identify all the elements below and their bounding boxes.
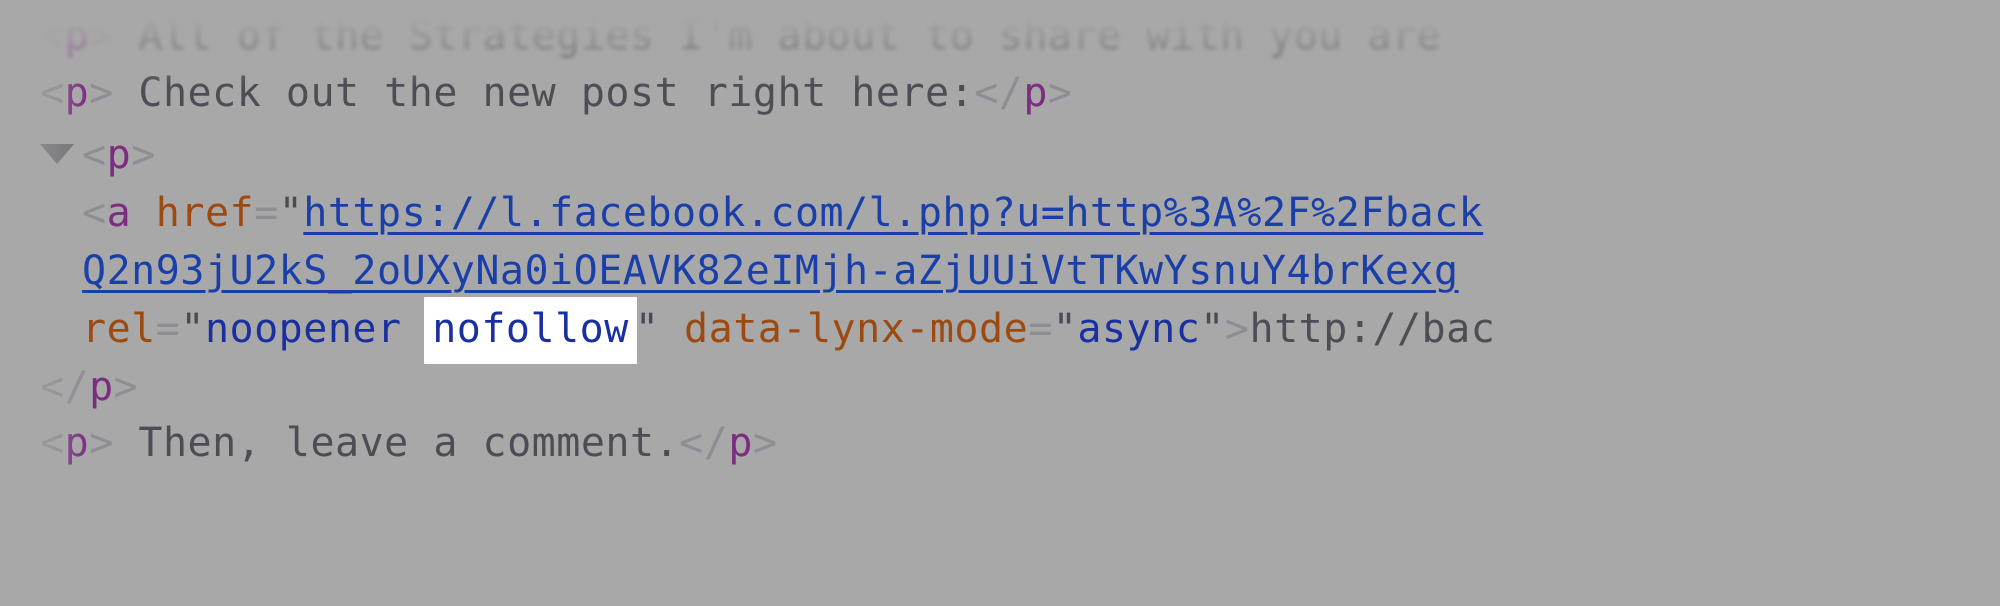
- tag-name: a: [106, 190, 132, 236]
- tag-bracket: >: [1047, 70, 1073, 116]
- text-node: Check out the new post right here:: [113, 70, 975, 116]
- devtools-dom-tree-panel[interactable]: <p> All of the Strategies I'm about to s…: [0, 0, 2000, 606]
- text-node: Then, leave a comment.: [113, 420, 680, 466]
- tag-bracket: </: [679, 420, 729, 466]
- tag-bracket: <: [82, 190, 107, 236]
- quote-mark: ": [278, 190, 304, 236]
- equals-sign: =: [155, 306, 181, 352]
- attribute-name: data-lynx-mode: [684, 306, 1029, 352]
- equals-sign: =: [1028, 306, 1053, 352]
- tag-bracket: </: [40, 364, 90, 410]
- tag-bracket: <: [40, 70, 65, 116]
- tag-bracket: >: [89, 13, 114, 59]
- href-url-link[interactable]: Q2n93jU2kS_2oUXyNa0iOEAVK82eIMjh-aZjUUiV…: [82, 248, 1459, 294]
- blur-bottom: [0, 536, 2000, 606]
- vignette-bottom: [0, 476, 2000, 606]
- dom-node-row[interactable]: <p> Then, leave a comment.</p>: [0, 412, 2000, 475]
- quote-mark: ": [180, 306, 205, 352]
- tag-bracket: >: [89, 420, 114, 466]
- tag-name: p: [106, 132, 132, 178]
- tag-bracket: <: [40, 420, 65, 466]
- dom-node-row[interactable]: </p>: [0, 356, 2000, 419]
- tag-bracket: >: [113, 364, 139, 410]
- tag-name: p: [728, 420, 753, 466]
- quote-mark: ": [634, 306, 660, 352]
- tag-bracket: >: [89, 70, 114, 116]
- tag-name: p: [64, 70, 90, 116]
- attribute-name: rel: [82, 306, 156, 352]
- attribute-name: href: [155, 190, 255, 236]
- quote-mark: ": [1052, 306, 1078, 352]
- tag-name: p: [1023, 70, 1048, 116]
- attribute-value: async: [1077, 306, 1201, 352]
- dom-node-row[interactable]: rel="noopener nofollow " data-lynx-mode="…: [0, 297, 2000, 364]
- expand-collapse-triangle-icon[interactable]: [40, 144, 74, 164]
- tag-name: p: [64, 420, 90, 466]
- tag-bracket: >: [1224, 306, 1250, 352]
- dom-node-row[interactable]: <p>: [0, 124, 2000, 187]
- tag-bracket: </: [974, 70, 1024, 116]
- tag-name: p: [89, 364, 114, 410]
- tag-bracket: >: [131, 132, 156, 178]
- attribute-value: noopener: [204, 306, 427, 352]
- tag-bracket: >: [752, 420, 778, 466]
- quote-mark: ": [1200, 306, 1225, 352]
- dom-node-row[interactable]: Q2n93jU2kS_2oUXyNa0iOEAVK82eIMjh-aZjUUiV…: [0, 240, 2000, 303]
- search-match-highlight: nofollow: [424, 297, 637, 364]
- href-url-link[interactable]: https://l.facebook.com/l.php?u=http%3A%2…: [303, 190, 1483, 236]
- tag-bracket: <: [40, 13, 65, 59]
- tag-name: p: [64, 13, 90, 59]
- equals-sign: =: [254, 190, 279, 236]
- dom-node-row[interactable]: <a href="https://l.facebook.com/l.php?u=…: [0, 182, 2000, 245]
- dom-node-row[interactable]: <p> All of the Strategies I'm about to s…: [0, 5, 2000, 68]
- text-node: http://bac: [1249, 306, 1496, 352]
- text-node: All of the Strategies I'm about to share…: [113, 13, 1442, 59]
- tag-bracket: <: [82, 132, 107, 178]
- dom-node-row[interactable]: <p> Check out the new post right here:</…: [0, 62, 2000, 125]
